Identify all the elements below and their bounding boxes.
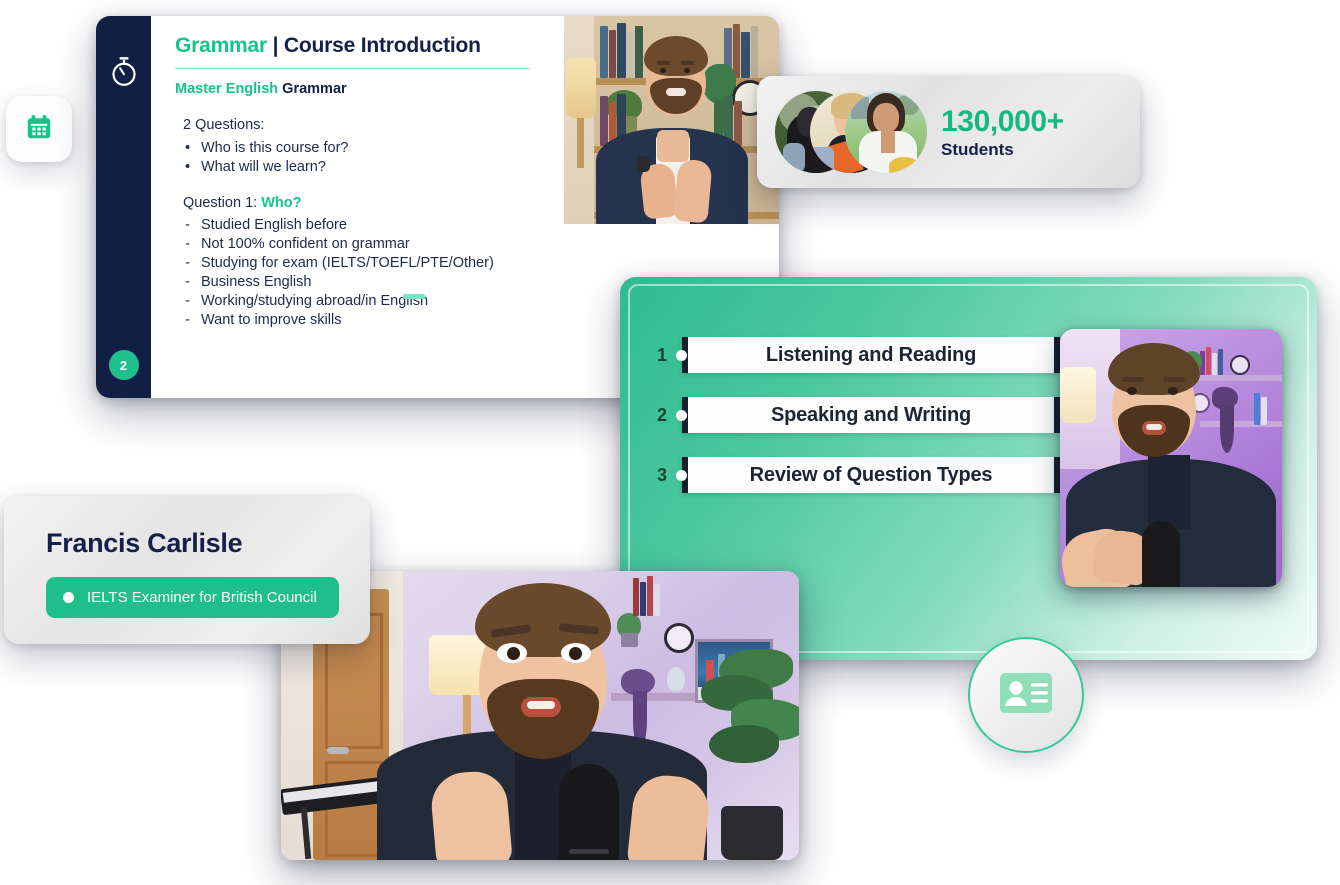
question-one-accent: Who? (261, 195, 302, 211)
question-text: Who is this course for? (201, 140, 349, 156)
agenda-row[interactable]: 1 Listening and Reading (650, 337, 1060, 373)
dash-marker: - (185, 274, 190, 290)
agenda-row-dot (676, 409, 687, 421)
presenter-video-bookshelf[interactable] (564, 16, 779, 224)
calendar-icon (24, 112, 54, 147)
dash-marker: - (185, 255, 190, 271)
answer-text: Working/studying abroad/in English (201, 293, 429, 309)
answer-text: Not 100% confident on grammar (201, 236, 410, 252)
presenter-role-badge: IELTS Examiner for British Council (46, 577, 339, 618)
presenter-name-card[interactable]: Francis Carlisle IELTS Examiner for Brit… (4, 496, 370, 644)
bullet-marker: • (184, 159, 191, 175)
agenda-row-label: Speaking and Writing (682, 397, 1060, 433)
agenda-minimize-dash (403, 294, 425, 299)
presenter-name: Francis Carlisle (46, 528, 243, 558)
id-card-icon (999, 672, 1053, 719)
slide-subtitle-accent: Master English (175, 81, 279, 97)
agenda-row-dot (676, 349, 687, 361)
id-badge-button[interactable] (968, 637, 1084, 753)
students-stat-text: 130,000+ Students (941, 105, 1064, 160)
answer-text: Want to improve skills (201, 312, 342, 328)
slide-title-accent: Grammar (175, 34, 267, 57)
agenda-row-number: 1 (656, 344, 667, 365)
agenda-row[interactable]: 2 Speaking and Writing (650, 397, 1060, 433)
calendar-chip[interactable] (6, 96, 72, 162)
slide-page-badge: 2 (108, 350, 139, 380)
title-divider (175, 68, 530, 69)
dash-marker: - (185, 312, 190, 328)
presenter-video-purple[interactable] (1060, 329, 1282, 587)
agenda-row-label: Review of Question Types (682, 457, 1060, 493)
dash-marker: - (185, 293, 190, 309)
slide-sidebar: 2 (96, 16, 151, 398)
student-avatar-3 (845, 91, 927, 173)
answer-text: Studied English before (201, 217, 347, 233)
students-stat-card[interactable]: 130,000+ Students (757, 76, 1140, 188)
page-root: 2 Grammar | Course Introduction Master E… (0, 0, 1340, 885)
dash-marker: - (185, 236, 190, 252)
list-item: - Not 100% confident on grammar (183, 235, 757, 254)
answer-text: Business English (201, 274, 312, 290)
stopwatch-icon (109, 56, 139, 93)
agenda-row-number: 2 (656, 404, 667, 425)
bullet-marker: • (184, 140, 191, 156)
list-item: - Studying for exam (IELTS/TOEFL/PTE/Othe… (183, 254, 757, 273)
student-avatar-group (775, 91, 927, 173)
agenda-row-dot (676, 469, 687, 481)
presenter-role-text: IELTS Examiner for British Council (87, 589, 317, 606)
agenda-rows: 1 Listening and Reading 2 Speaking and W… (650, 337, 1060, 517)
question-text: What will we learn? (201, 159, 326, 175)
agenda-row-number: 3 (656, 464, 667, 485)
dash-marker: - (185, 217, 190, 233)
question-one-label: Question 1: (183, 195, 262, 211)
students-label: Students (941, 139, 1014, 159)
slide-title-rest: | Course Introduction (266, 34, 481, 57)
students-count: 130,000+ (941, 104, 1064, 138)
status-dot-icon (63, 592, 74, 603)
agenda-row-label: Listening and Reading (682, 337, 1060, 373)
slide-subtitle-rest: Grammar (278, 81, 347, 97)
answer-text: Studying for exam (IELTS/TOEFL/PTE/Other… (201, 255, 494, 271)
agenda-row[interactable]: 3 Review of Question Types (650, 457, 1060, 493)
